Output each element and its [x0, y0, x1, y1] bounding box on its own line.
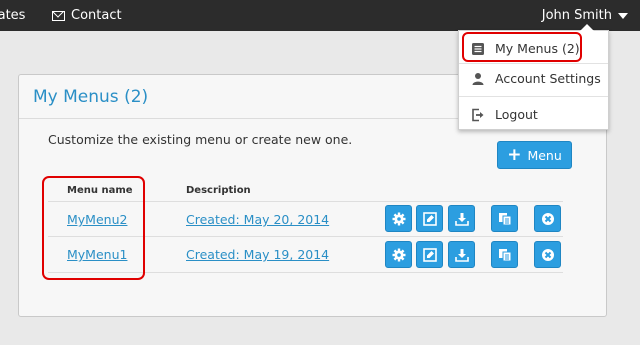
edit-button[interactable]: [416, 205, 443, 232]
dropdown-item-logout[interactable]: Logout: [471, 107, 538, 122]
caret-down-icon: [618, 12, 628, 19]
download-button[interactable]: [448, 205, 475, 232]
dropdown-divider: [459, 63, 608, 64]
nav-contact-label: Contact: [71, 8, 122, 23]
settings-button[interactable]: [385, 241, 412, 268]
delete-button[interactable]: [534, 205, 561, 232]
edit-icon: [422, 247, 437, 262]
panel-title: My Menus (2): [33, 87, 149, 107]
menu-description-link[interactable]: Created: May 19, 2014: [186, 247, 329, 262]
column-header-description: Description: [186, 185, 251, 196]
menu-description-link[interactable]: Created: May 20, 2014: [186, 212, 329, 227]
delete-icon: [541, 212, 554, 225]
user-name: John Smith: [541, 8, 612, 23]
logout-icon: [471, 108, 485, 122]
gear-icon: [392, 248, 405, 261]
nav-updates-link[interactable]: lates: [0, 8, 25, 23]
copy-button[interactable]: [491, 205, 518, 232]
copy-icon: [498, 248, 511, 261]
download-button[interactable]: [448, 241, 475, 268]
my-menus-highlight: [462, 32, 582, 62]
user-menu-toggle[interactable]: John Smith: [542, 8, 628, 23]
dropdown-item-label: Account Settings: [495, 71, 601, 86]
user-icon: [471, 72, 485, 86]
copy-icon: [498, 212, 511, 225]
plus-icon: +: [507, 144, 522, 165]
delete-button[interactable]: [534, 241, 561, 268]
download-icon: [454, 212, 469, 226]
download-icon: [454, 248, 469, 262]
dropdown-divider: [459, 96, 608, 97]
edit-icon: [422, 211, 437, 226]
delete-icon: [541, 248, 554, 261]
add-menu-button[interactable]: + Menu: [497, 141, 572, 169]
intro-text: Customize the existing menu or create ne…: [48, 132, 353, 147]
gear-icon: [392, 212, 405, 225]
envelope-icon: [52, 10, 65, 21]
top-navbar: lates Contact John Smith: [0, 0, 640, 31]
settings-button[interactable]: [385, 205, 412, 232]
dropdown-item-label: Logout: [495, 107, 538, 122]
nav-contact-link[interactable]: Contact: [52, 8, 122, 23]
dropdown-item-account-settings[interactable]: Account Settings: [471, 71, 601, 86]
copy-button[interactable]: [491, 241, 518, 268]
menu-names-highlight: [42, 176, 145, 280]
edit-button[interactable]: [416, 241, 443, 268]
add-menu-label: Menu: [527, 147, 562, 163]
